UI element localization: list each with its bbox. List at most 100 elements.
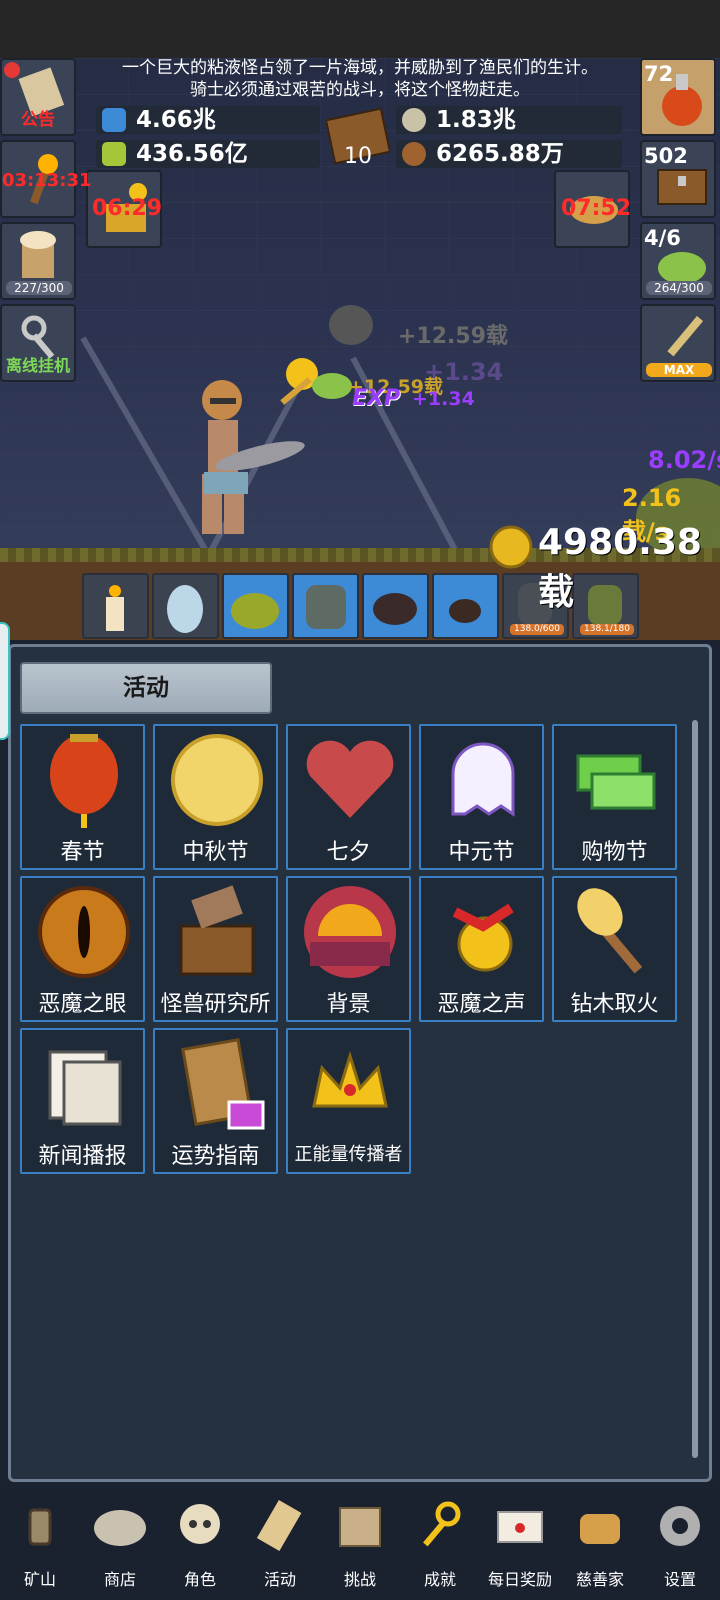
nav-label: 每日奖励 (487, 1570, 552, 1589)
status-bar (0, 0, 720, 58)
story-line-1: 一个巨大的粘液怪占领了一片海域，并威胁到了渔民们的生计。 (122, 58, 598, 78)
gold-gain-faded: +12.59载 (398, 324, 509, 349)
activity-tile-1[interactable]: 春节 (20, 724, 145, 870)
map-icon (339, 1507, 381, 1547)
activity-tile-4[interactable]: 中元节 (419, 724, 544, 870)
activity-label: 中秋节 (182, 840, 249, 865)
activity-label: 购物节 (581, 840, 648, 865)
fortune-icon (181, 1037, 265, 1130)
gold-coin-icon (489, 525, 533, 569)
potion-button[interactable]: 72 (640, 58, 716, 136)
nav-item-7[interactable]: 每日奖励 (481, 1494, 559, 1594)
nav-item-6[interactable]: 成就 (401, 1494, 479, 1594)
coin-drop-icon (329, 305, 373, 345)
activity-label: 背景 (326, 992, 371, 1017)
lantern-icon (28, 1508, 52, 1546)
sword-icon (667, 315, 704, 357)
activity-label: 中元节 (448, 840, 515, 865)
story-text: 一个巨大的粘液怪占领了一片海域，并威胁到了渔民们的生计。 骑士必须通过艰苦的战斗… (80, 57, 640, 101)
lantern-icon (50, 734, 118, 828)
fire-stick-icon (577, 888, 643, 974)
nav-item-1[interactable]: 矿山 (1, 1494, 79, 1594)
sword-button[interactable]: MAX (640, 304, 716, 382)
spider-icon (449, 599, 481, 623)
nav-item-3[interactable]: 角色 (161, 1494, 239, 1594)
tab-activity[interactable]: 活动 (20, 662, 272, 714)
panel-scrollbar[interactable] (692, 720, 698, 1458)
nav-label: 挑战 (343, 1570, 376, 1589)
activity-label: 怪兽研究所 (160, 992, 271, 1017)
activity-tile-8[interactable]: 背景 (286, 876, 411, 1022)
mug-icon (20, 231, 56, 278)
ghost-icon (451, 742, 515, 817)
activity-tile-12[interactable]: 运势指南 (153, 1028, 278, 1174)
key-icon (423, 1501, 461, 1547)
nav-label: 成就 (423, 1570, 456, 1589)
slime-button[interactable]: 4/6 264/300 (640, 222, 716, 300)
activity-label: 春节 (60, 840, 105, 865)
exp-gain: +1.34 (412, 388, 475, 410)
activity-tile-6[interactable]: 恶魔之眼 (20, 876, 145, 1022)
key-chest-timer: 06:29 (92, 196, 163, 221)
drink-progress: 227/300 (6, 281, 72, 295)
activity-tile-7[interactable]: 怪兽研究所 (153, 876, 278, 1022)
skull-icon (180, 1504, 220, 1544)
activity-tile-13[interactable]: 正能量传播者 (286, 1028, 411, 1174)
resource-blue-potion: 4.66兆 (96, 106, 320, 134)
crown-icon (312, 1050, 388, 1108)
nav-label: 矿山 (23, 1570, 56, 1589)
bell-icon (452, 903, 514, 972)
activity-tile-10[interactable]: 钻木取火 (552, 876, 677, 1022)
chest-button[interactable]: 502 (640, 140, 716, 218)
bread-icon (580, 1514, 620, 1544)
activity-label: 恶魔之眼 (38, 992, 127, 1017)
scroll-icon (256, 1499, 302, 1552)
slime-monster-icon (231, 593, 279, 629)
spider-slot[interactable] (432, 573, 499, 639)
nav-label: 角色 (183, 1570, 216, 1589)
bottom-nav: 矿山 商店 角色 活动 挑战 成就 每日奖励 慈善家 设置 (0, 1488, 720, 1600)
egg-icon (167, 585, 203, 633)
offline-button[interactable]: 离线挂机 (0, 304, 76, 382)
candle-icon (106, 585, 124, 631)
slime-slot[interactable] (222, 573, 289, 639)
activity-label: 新闻播报 (38, 1144, 127, 1169)
drink-button[interactable]: 227/300 (0, 222, 76, 300)
nav-item-9[interactable]: 设置 (641, 1494, 719, 1594)
crate-icon (179, 885, 255, 976)
blue-potion-icon (102, 108, 126, 132)
activity-tile-11[interactable]: 新闻播报 (20, 1028, 145, 1174)
nav-label: 活动 (263, 1570, 296, 1589)
heart-icon (306, 740, 394, 818)
nav-item-4[interactable]: 活动 (241, 1494, 319, 1594)
activity-tile-9[interactable]: 恶魔之声 (419, 876, 544, 1022)
nav-item-2[interactable]: 商店 (81, 1494, 159, 1594)
zombie-icon (306, 585, 346, 629)
resource-silver-coin: 1.83兆 (396, 106, 622, 134)
resource-green-potion: 436.56亿 (96, 140, 320, 168)
zombie-slot[interactable] (292, 573, 359, 639)
resource-meat: 6265.88万 (396, 140, 622, 168)
newspaper-icon (48, 1050, 122, 1126)
bat-icon (373, 593, 417, 625)
activity-tile-3[interactable]: 七夕 (286, 724, 411, 870)
nav-item-5[interactable]: 挑战 (321, 1494, 399, 1594)
candle-slot[interactable] (82, 573, 149, 639)
sunset-icon (304, 886, 396, 978)
slime-progress: 264/300 (646, 281, 712, 295)
gold-total: 4980.38载 (538, 522, 702, 613)
activity-tile-2[interactable]: 中秋节 (153, 724, 278, 870)
meat-icon (402, 142, 426, 166)
moon-icon (171, 734, 263, 826)
activity-tile-5[interactable]: 购物节 (552, 724, 677, 870)
nav-label: 设置 (663, 1570, 696, 1589)
egg-slot[interactable] (152, 573, 219, 639)
nav-item-8[interactable]: 慈善家 (561, 1494, 639, 1594)
demon-eye-icon (38, 886, 130, 978)
notice-dot (4, 62, 20, 78)
bread-timer: 07:52 (561, 196, 632, 221)
silver-coin-icon (402, 108, 426, 132)
bat-slot[interactable] (362, 573, 429, 639)
side-pull-tab[interactable] (0, 622, 10, 740)
notice-button[interactable]: 公告 (0, 58, 76, 136)
